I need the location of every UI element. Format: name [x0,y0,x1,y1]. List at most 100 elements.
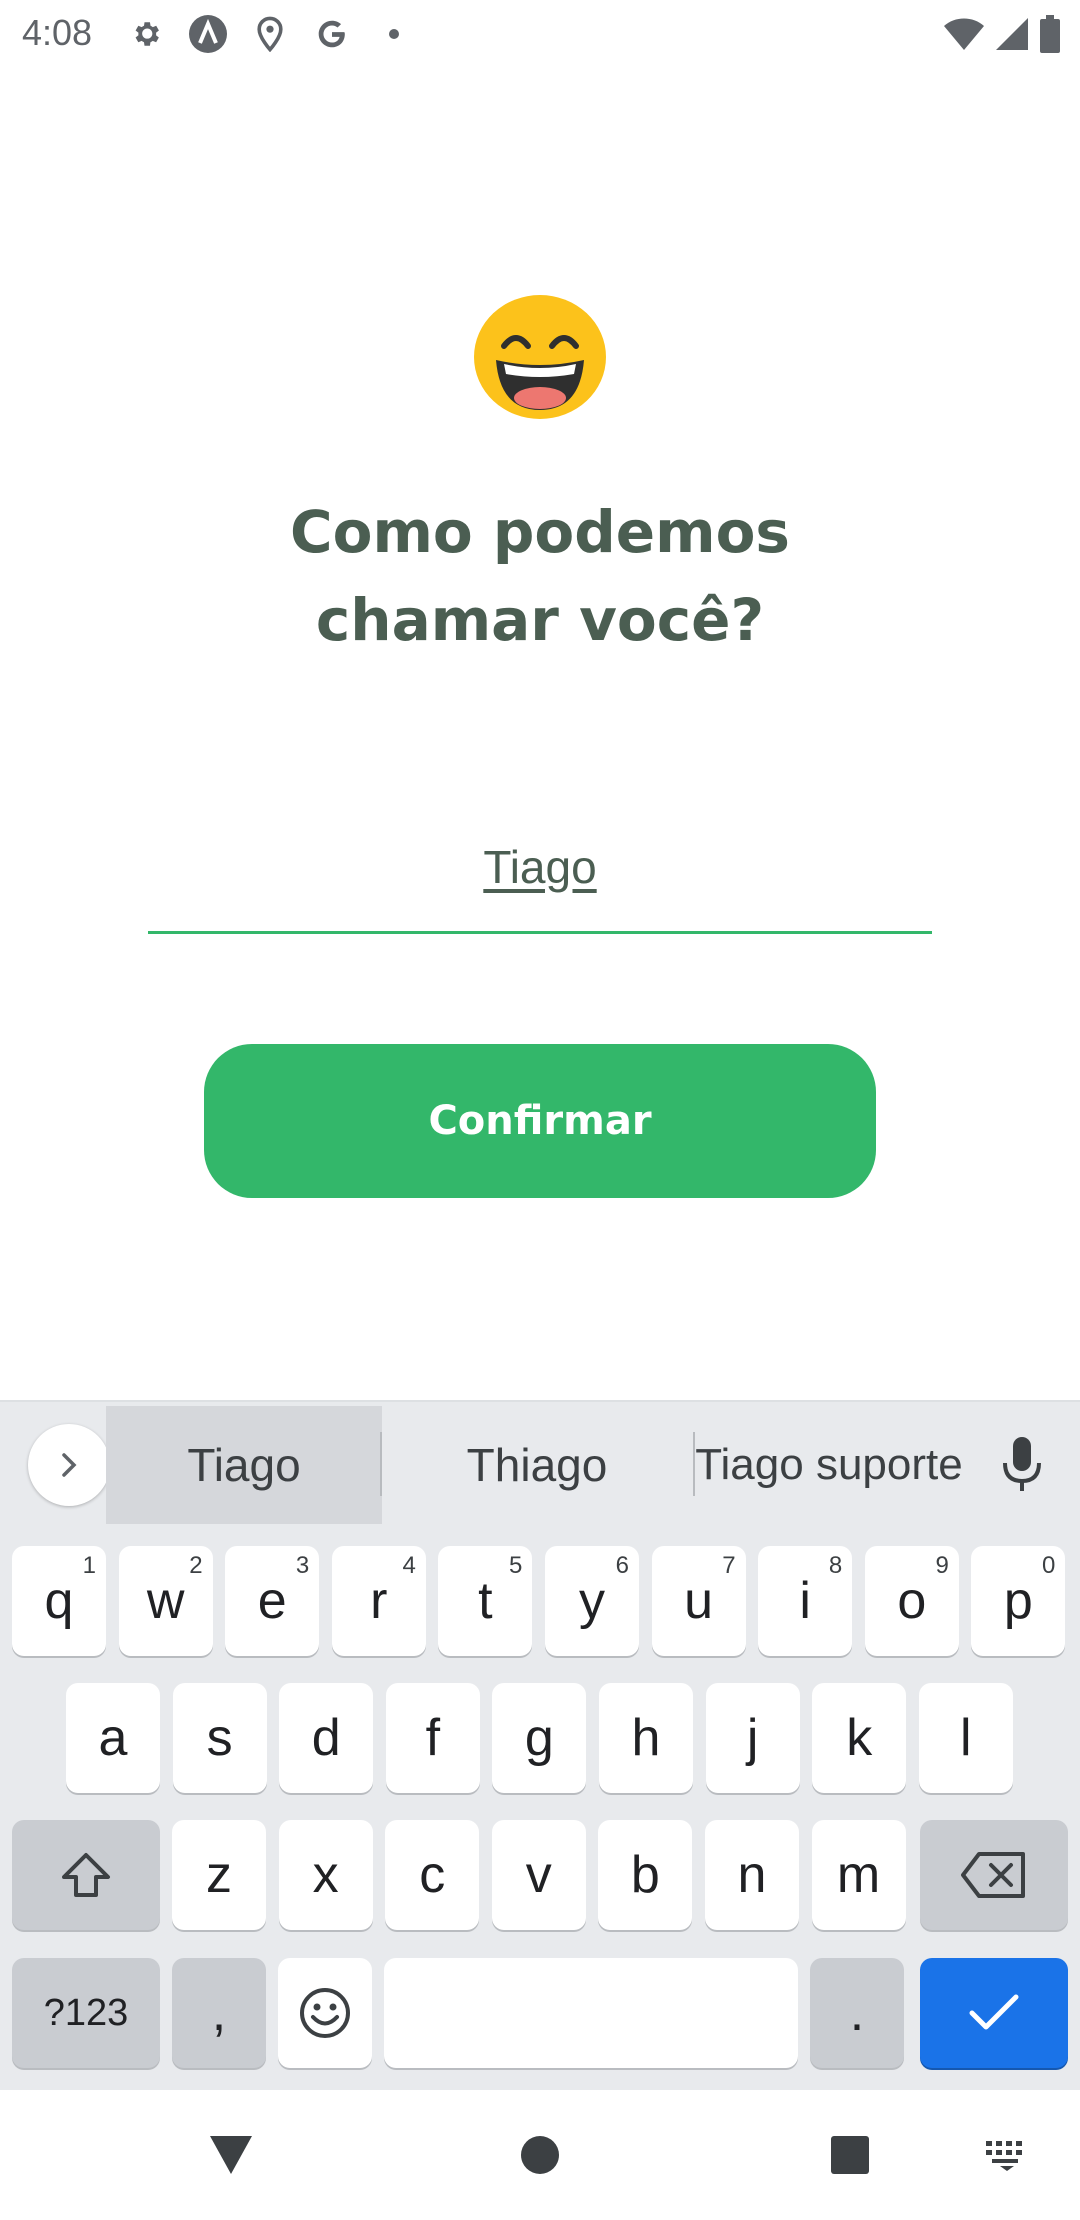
key-c[interactable]: c [385,1820,480,1930]
back-icon[interactable] [206,2130,256,2180]
key-hint: 7 [722,1552,736,1579]
key-i[interactable]: i8 [758,1546,853,1656]
key-m[interactable]: m [811,1820,906,1930]
key-hint: 3 [295,1552,310,1579]
key-label: y [579,1572,605,1630]
title-line-2: chamar você? [315,586,765,654]
key-d[interactable]: d [279,1683,374,1793]
dot-icon [374,14,414,54]
key-label: t [478,1572,493,1630]
checkmark-icon [969,1994,1019,2030]
key-f[interactable]: f [385,1683,480,1793]
key-n[interactable]: n [705,1820,799,1930]
key-label: v [525,1846,552,1904]
key-label: n [737,1846,767,1904]
symbols-key[interactable]: ?123 [12,1958,160,2068]
status-icons-right [934,14,1062,54]
key-e[interactable]: e3 [225,1546,320,1656]
key-a[interactable]: a [66,1683,160,1793]
grinning-face-emoji [470,292,610,422]
keyboard-expand-button[interactable] [28,1424,110,1506]
name-input-value[interactable]: Tiago [148,840,932,894]
keyboard-switch-icon[interactable] [982,2130,1032,2180]
key-q[interactable]: q1 [12,1546,106,1656]
key-label: h [631,1709,661,1767]
location-icon [250,14,290,54]
key-g[interactable]: g [492,1683,587,1793]
smiley-icon [300,1988,350,2038]
name-input[interactable]: Tiago [148,820,932,934]
symbols-key-label: ?123 [43,1991,129,2034]
key-h[interactable]: h [599,1683,693,1793]
confirm-button[interactable]: Confirmar [204,1044,876,1198]
key-label: b [630,1846,660,1904]
key-z[interactable]: z [172,1820,266,1930]
key-hint: 8 [828,1552,843,1579]
key-label: k [846,1709,873,1767]
suggestion-strip: Tiago Thiago Tiago suporte [0,1402,1080,1526]
key-u[interactable]: u7 [651,1546,746,1656]
key-y[interactable]: y6 [545,1546,639,1656]
suggestion-1[interactable]: Tiago [106,1406,382,1524]
key-x[interactable]: x [278,1820,373,1930]
key-hint: 9 [935,1552,949,1579]
key-label: i [799,1572,811,1630]
key-hint: 2 [189,1552,203,1579]
key-label: l [960,1709,972,1767]
signal-icon [994,14,1030,54]
period-key-label: . [849,1984,865,2042]
status-time: 4:08 [22,12,93,53]
settings-icon [126,14,166,54]
microphone-icon[interactable] [992,1430,1052,1500]
key-p[interactable]: p0 [971,1546,1066,1656]
enter-key[interactable] [920,1958,1068,2068]
key-label: w [146,1572,185,1630]
key-label: r [370,1572,388,1630]
key-label: o [897,1572,927,1630]
key-k[interactable]: k [812,1683,907,1793]
shift-icon [62,1853,110,1897]
title-line-1: Como podemos [290,498,790,566]
key-label: c [419,1846,446,1904]
comma-key[interactable]: , [172,1958,266,2068]
recents-icon[interactable] [828,2130,872,2180]
key-label: j [746,1709,759,1767]
key-hint: 1 [82,1552,96,1579]
key-label: q [44,1572,74,1630]
key-l[interactable]: l [918,1683,1013,1793]
key-label: m [836,1846,881,1904]
status-bar: 4:08 [0,0,1080,66]
key-v[interactable]: v [491,1820,586,1930]
app-logo-icon [188,14,228,54]
key-label: u [684,1572,714,1630]
key-hint: 6 [615,1552,629,1579]
key-label: s [206,1709,233,1767]
emoji-key[interactable] [278,1958,372,2068]
space-key[interactable] [384,1958,798,2068]
battery-icon [1038,14,1062,54]
key-label: g [524,1709,554,1767]
key-hint: 0 [1042,1552,1056,1579]
key-r[interactable]: r4 [331,1546,426,1656]
key-o[interactable]: o9 [864,1546,959,1656]
key-s[interactable]: s [172,1683,267,1793]
navigation-bar [0,2090,1080,2220]
period-key[interactable]: . [810,1958,904,2068]
status-icons-left [126,14,436,54]
google-icon [312,14,352,54]
backspace-key[interactable] [920,1820,1068,1930]
key-t[interactable]: t5 [438,1546,533,1656]
suggestion-3[interactable]: Tiago suporte [694,1406,964,1524]
chevron-right-icon [62,1453,77,1477]
suggestion-2[interactable]: Thiago [382,1406,692,1524]
key-j[interactable]: j [705,1683,800,1793]
key-w[interactable]: w2 [118,1546,213,1656]
shift-key[interactable] [12,1820,160,1930]
key-label: d [311,1709,341,1767]
page-title: Como podemos chamar você? [0,488,1080,664]
key-b[interactable]: b [598,1820,693,1930]
soft-keyboard: Tiago Thiago Tiago suporte ?123 , . q1w2… [0,1400,1080,2090]
key-label: z [206,1846,232,1904]
wifi-icon [942,14,986,54]
home-icon[interactable] [518,2130,562,2180]
